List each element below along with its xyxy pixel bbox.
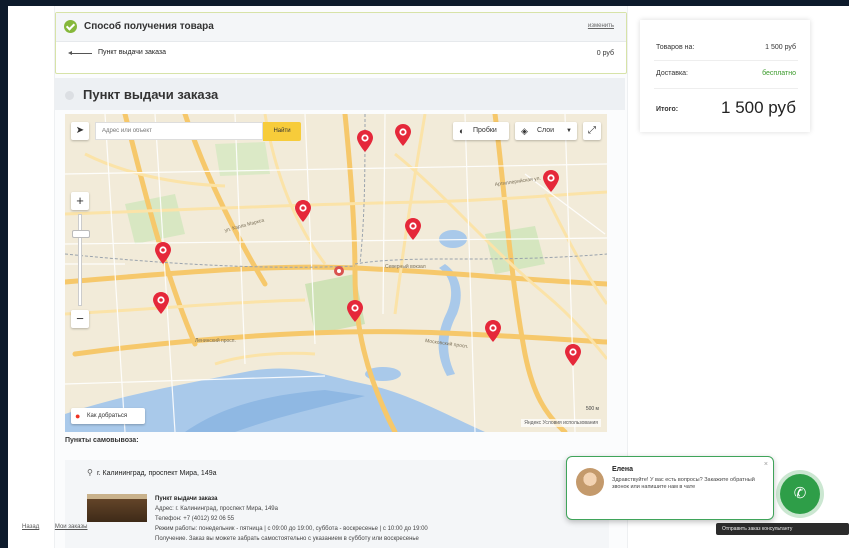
delivery-option-price: 0 руб xyxy=(596,50,614,57)
summary-goods-row: Товаров на: 1 500 руб xyxy=(656,44,796,51)
pickup-point-address-line: ⚲ г. Калининград, проспект Мира, 149а xyxy=(87,468,217,477)
zoom-out-button[interactable]: − xyxy=(71,310,89,328)
pickup-map[interactable]: ул. Карла Маркса Артиллерийская ул. Моск… xyxy=(65,114,607,432)
callback-label[interactable]: Отправить заказ консультанту xyxy=(716,523,849,535)
pickup-section-title: Пункт выдачи заказа xyxy=(83,87,219,102)
call-button[interactable]: ✆ xyxy=(780,474,820,514)
divider xyxy=(654,60,798,61)
chat-agent-name: Елена xyxy=(612,466,634,473)
summary-goods-value: 1 500 руб xyxy=(765,44,796,51)
zoom-slider-thumb[interactable] xyxy=(72,230,90,238)
change-delivery-link[interactable]: изменить xyxy=(588,23,614,29)
map-find-button[interactable]: Найти xyxy=(263,122,301,141)
summary-goods-label: Товаров на: xyxy=(656,44,695,51)
pickup-points-label: Пункты самовывоза: xyxy=(65,437,139,444)
summary-total-label: Итого: xyxy=(656,106,679,113)
map-pin-icon[interactable] xyxy=(153,292,169,314)
map-pin-icon[interactable] xyxy=(155,242,171,264)
route-button[interactable]: ● Как добраться xyxy=(71,408,145,424)
delivery-option-label: Пункт выдачи заказа xyxy=(98,49,167,56)
circle-icon xyxy=(65,91,74,100)
phone-icon: ✆ xyxy=(793,485,807,502)
traffic-light-icon: ◐ xyxy=(459,126,465,136)
pickup-point-hours: Режим работы: понедельник - пятница | с … xyxy=(155,526,428,532)
layers-icon: ◈ xyxy=(521,126,528,136)
map-pin-icon[interactable] xyxy=(357,130,373,152)
route-button-label: Как добраться xyxy=(87,413,128,419)
delivery-method-block: Способ получения товара изменить Пункт в… xyxy=(55,12,627,74)
map-pin-icon[interactable] xyxy=(405,218,421,240)
back-link[interactable]: Назад xyxy=(22,524,39,530)
pickup-point-phone: Телефон: +7 (4012) 92 06 55 xyxy=(155,516,235,522)
avatar xyxy=(576,468,604,496)
arrow-left-icon xyxy=(68,51,92,55)
pickup-point-info: Пункт выдачи заказа Адрес: г. Калинингра… xyxy=(155,494,428,544)
checkout-page: Способ получения товара изменить Пункт в… xyxy=(8,6,849,548)
layers-button-label: Слои xyxy=(537,127,555,134)
summary-delivery-value: бесплатно xyxy=(762,70,796,77)
navigation-arrow-icon[interactable]: ➤ xyxy=(71,122,89,140)
pickup-point-full-address: Адрес: г. Калининград, проспект Мира, 14… xyxy=(155,506,278,512)
chat-popup[interactable]: Елена Здравствуйте! У вас есть вопросы? … xyxy=(566,456,774,520)
pickup-point-card[interactable]: ⚲ г. Калининград, проспект Мира, 149а Пу… xyxy=(65,460,609,548)
chat-message: Здравствуйте! У вас есть вопросы? Закажи… xyxy=(612,477,755,490)
map-pin-icon[interactable] xyxy=(485,320,501,342)
layers-button[interactable]: ◈ Слои ▼ xyxy=(515,122,577,140)
summary-delivery-label: Доставка: xyxy=(656,70,689,77)
pickup-point-photo xyxy=(87,494,147,522)
map-search-input[interactable] xyxy=(95,122,263,140)
zoom-slider-track[interactable] xyxy=(78,214,82,306)
svg-text:Северный вокзал: Северный вокзал xyxy=(385,263,426,270)
map-credit[interactable]: Яндекс Условия использования xyxy=(521,419,601,427)
bottom-nav: Назад Мои заказы xyxy=(22,524,101,530)
traffic-button-label: Пробки xyxy=(473,127,497,134)
map-pin-icon[interactable] xyxy=(347,300,363,322)
traffic-button[interactable]: ◐ Пробки xyxy=(453,122,509,140)
station-marker-icon xyxy=(333,264,349,286)
zoom-in-button[interactable]: + xyxy=(71,192,89,210)
delivery-method-title: Способ получения товара xyxy=(84,21,214,32)
map-pin-icon[interactable] xyxy=(295,200,311,222)
svg-text:Ленинский просп.: Ленинский просп. xyxy=(195,337,236,344)
orders-link[interactable]: Мои заказы xyxy=(55,524,88,530)
checkout-main-column: Способ получения товара изменить Пункт в… xyxy=(54,6,628,548)
map-scale: 500 м xyxy=(585,406,599,412)
divider xyxy=(654,88,798,89)
pickup-section-header: Пункт выдачи заказа xyxy=(55,78,625,110)
map-pin-icon[interactable] xyxy=(543,170,559,192)
map-pin-icon[interactable] xyxy=(565,344,581,366)
delivery-method-header: Способ получения товара изменить xyxy=(56,13,626,42)
map-pin-icon: ● xyxy=(75,411,81,421)
pickup-point-name: Пункт выдачи заказа xyxy=(155,496,218,502)
checkmark-icon xyxy=(64,20,77,33)
pickup-point-extra: Получение. Заказ вы можете забрать самос… xyxy=(155,536,419,542)
summary-delivery-row: Доставка: бесплатно xyxy=(656,70,796,77)
close-icon[interactable]: × xyxy=(764,461,768,468)
expand-icon[interactable]: ⤢ xyxy=(583,122,601,140)
summary-total-value: 1 500 руб xyxy=(721,98,796,117)
pickup-point-address: г. Калининград, проспект Мира, 149а xyxy=(96,470,217,477)
map-pin-icon[interactable] xyxy=(395,124,411,146)
chevron-down-icon: ▼ xyxy=(566,128,572,134)
location-pin-icon: ⚲ xyxy=(87,468,93,477)
order-summary: Товаров на: 1 500 руб Доставка: бесплатн… xyxy=(640,20,810,132)
